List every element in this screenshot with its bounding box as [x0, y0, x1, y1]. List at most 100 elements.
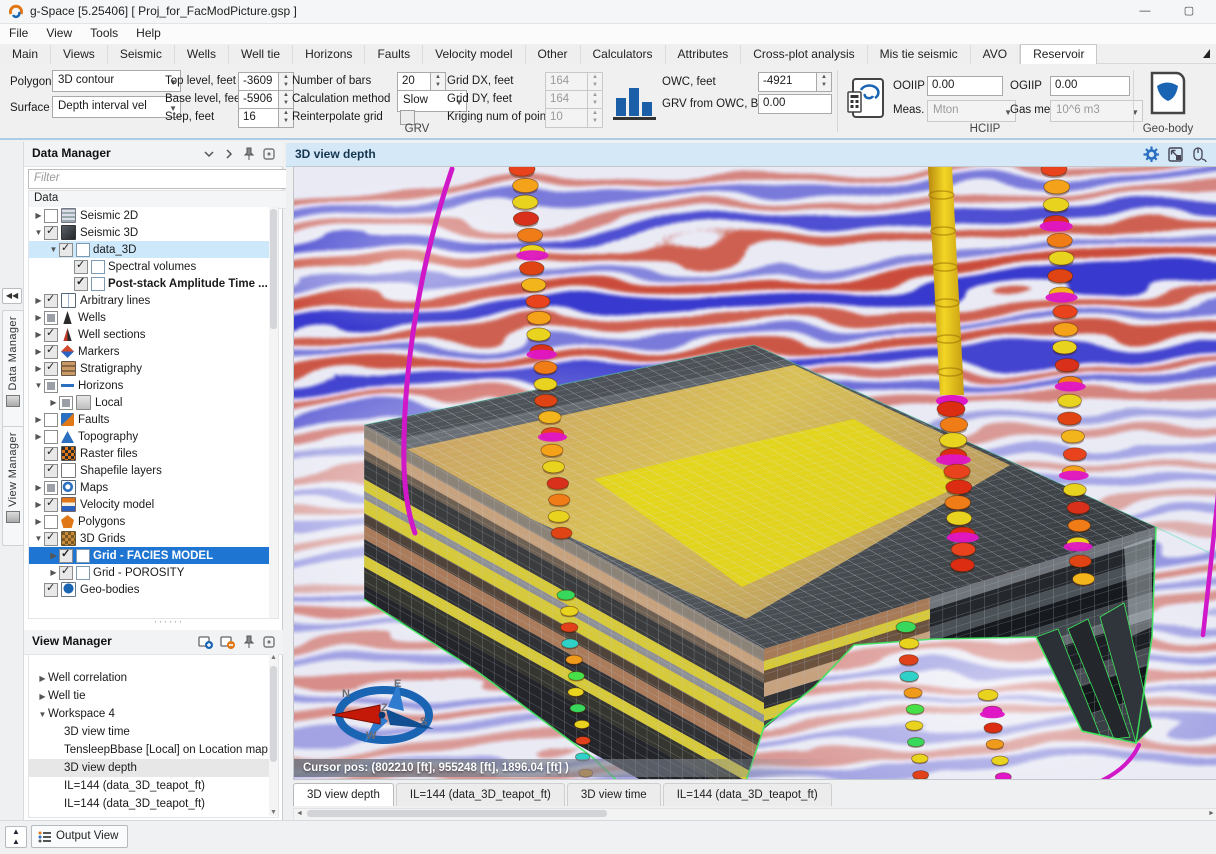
pin-icon[interactable] [241, 634, 257, 650]
tree-item-markers[interactable]: ▶Markers [29, 343, 278, 360]
grid-dy-spinner[interactable]: ▲▼ [587, 90, 603, 110]
visibility-checkbox[interactable] [44, 209, 58, 223]
expand-arrow-icon[interactable]: ▶ [48, 551, 59, 560]
tree-item-well-sections[interactable]: ▶Well sections [29, 326, 278, 343]
tree-item-geo-bodies[interactable]: Geo-bodies [29, 581, 278, 598]
visibility-checkbox[interactable] [59, 243, 73, 257]
view-item-workspace-4[interactable]: ▼Workspace 4 [29, 705, 278, 723]
tree-item-faults[interactable]: ▶Faults [29, 411, 278, 428]
visibility-checkbox[interactable] [44, 226, 58, 240]
tree-item-grid-facies-model[interactable]: ▶Grid - FACIES MODEL [29, 547, 278, 564]
tree-item-horizons[interactable]: ▼Horizons [29, 377, 278, 394]
number-of-bars-spinner[interactable]: ▲▼ [430, 72, 446, 92]
view-item-il-144-data-3d-teapot-ft-[interactable]: IL=144 (data_3D_teapot_ft) [29, 795, 278, 813]
settings-gear-icon[interactable] [1143, 146, 1160, 163]
ribbon-corner-arrow-icon[interactable] [1203, 49, 1210, 58]
ribbon-tab-well-tie[interactable]: Well tie [229, 45, 293, 64]
expand-arrow-icon[interactable]: ▶ [33, 364, 44, 373]
expand-output-button[interactable]: ▲▲ [5, 826, 27, 848]
filter-input[interactable]: Filter [28, 169, 289, 189]
expand-arrow-icon[interactable]: ▶ [33, 347, 44, 356]
minimize-button[interactable]: — [1130, 2, 1160, 21]
scroll-up-icon[interactable]: ▲ [269, 654, 278, 661]
meas-dropdown[interactable]: Mton▼ [927, 100, 1016, 122]
tree-item-spectral-volumes[interactable]: Spectral volumes [29, 258, 278, 275]
visibility-checkbox[interactable] [44, 294, 58, 308]
histogram-icon[interactable] [612, 80, 658, 122]
tree-item-local[interactable]: ▶Local [29, 394, 278, 411]
visibility-checkbox[interactable] [44, 430, 58, 444]
view-tab-3d-view-time[interactable]: 3D view time [567, 783, 661, 806]
remove-view-icon[interactable] [219, 634, 235, 650]
3d-scene[interactable]: N E Z S W [294, 167, 1216, 779]
ribbon-tab-calculators[interactable]: Calculators [581, 45, 666, 64]
mouse-icon[interactable] [1191, 146, 1208, 163]
tree-item-arbitrary-lines[interactable]: ▶Arbitrary lines [29, 292, 278, 309]
ribbon-tab-faults[interactable]: Faults [365, 45, 423, 64]
view-item-il-144-data-3d-teapot-ft-[interactable]: IL=144 (data_3D_teapot_ft) [29, 777, 278, 795]
ribbon-tab-reservoir[interactable]: Reservoir [1020, 44, 1097, 65]
tree-item-stratigraphy[interactable]: ▶Stratigraphy [29, 360, 278, 377]
view-item-well-correlation[interactable]: ▶Well correlation [29, 669, 278, 687]
expand-arrow-icon[interactable]: ▼ [48, 245, 59, 254]
color-box[interactable] [76, 566, 90, 580]
panel-splitter[interactable] [24, 620, 283, 630]
tree-item-grid-porosity[interactable]: ▶Grid - POROSITY [29, 564, 278, 581]
expand-arrow-icon[interactable]: ▶ [33, 313, 44, 322]
tree-item-seismic-3d[interactable]: ▼Seismic 3D [29, 224, 278, 241]
menu-file[interactable]: File [0, 24, 37, 42]
ribbon-tab-cross-plot-analysis[interactable]: Cross-plot analysis [741, 45, 867, 64]
visibility-checkbox[interactable] [44, 532, 58, 546]
visibility-checkbox[interactable] [44, 481, 58, 495]
view-item-3d-view-time[interactable]: 3D view time [29, 723, 278, 741]
visibility-checkbox[interactable] [44, 379, 58, 393]
tree-item-polygons[interactable]: ▶Polygons [29, 513, 278, 530]
view-item-well-tie[interactable]: ▶Well tie [29, 687, 278, 705]
expand-arrow-icon[interactable]: ▶ [33, 211, 44, 220]
view-tab-3d-view-depth[interactable]: 3D view depth [293, 783, 394, 806]
add-view-icon[interactable] [197, 634, 213, 650]
kriging-spinner[interactable]: ▲▼ [587, 108, 603, 128]
tree-item-maps[interactable]: ▶Maps [29, 479, 278, 496]
menu-view[interactable]: View [37, 24, 81, 42]
ooiip-input[interactable]: 0.00 [927, 76, 1003, 96]
grid-dx-spinner[interactable]: ▲▼ [587, 72, 603, 92]
tree-item-shapefile-layers[interactable]: Shapefile layers [29, 462, 278, 479]
tree-item-velocity-model[interactable]: ▶Velocity model [29, 496, 278, 513]
ribbon-tab-avo[interactable]: AVO [971, 45, 1020, 64]
menu-tools[interactable]: Tools [81, 24, 127, 42]
scroll-down-icon[interactable]: ▼ [269, 809, 278, 816]
scroll-left-icon[interactable]: ◄ [294, 809, 305, 818]
popout-icon[interactable] [261, 146, 277, 162]
visibility-checkbox[interactable] [44, 345, 58, 359]
expand-arrow-icon[interactable]: ▶ [33, 432, 44, 441]
pin-icon[interactable] [241, 146, 257, 162]
scroll-right-icon[interactable]: ► [1206, 809, 1216, 818]
visibility-checkbox[interactable] [59, 566, 73, 580]
tree-item-3d-grids[interactable]: ▼3D Grids [29, 530, 278, 547]
popout-icon[interactable] [261, 634, 277, 650]
expand-arrow-icon[interactable]: ▶ [33, 483, 44, 492]
visibility-checkbox[interactable] [44, 515, 58, 529]
grv-from-owc-input[interactable]: 0.00 [758, 94, 832, 114]
ribbon-tab-seismic[interactable]: Seismic [108, 45, 175, 64]
visibility-checkbox[interactable] [74, 277, 88, 291]
ribbon-tab-wells[interactable]: Wells [175, 45, 229, 64]
geo-body-icon[interactable] [1146, 70, 1188, 116]
color-box[interactable] [76, 549, 90, 563]
side-tab-data-manager[interactable]: Data Manager [2, 310, 24, 430]
tree-item-topography[interactable]: ▶Topography [29, 428, 278, 445]
expand-arrow-icon[interactable]: ▶ [33, 500, 44, 509]
expand-arrow-icon[interactable]: ▶ [33, 330, 44, 339]
ribbon-tab-views[interactable]: Views [51, 45, 108, 64]
expand-arrow-icon[interactable]: ▼ [33, 228, 44, 237]
visibility-checkbox[interactable] [44, 464, 58, 478]
ribbon-tab-horizons[interactable]: Horizons [293, 45, 365, 64]
visibility-checkbox[interactable] [44, 498, 58, 512]
expand-arrow-icon[interactable]: ▶ [33, 415, 44, 424]
tree-item-seismic-2d[interactable]: ▶Seismic 2D [29, 207, 278, 224]
view-item-3d-view-depth[interactable]: 3D view depth [29, 759, 278, 777]
gas-meas-dropdown[interactable]: 10^6 m3▼ [1050, 100, 1143, 122]
output-view-button[interactable]: Output View [31, 825, 128, 848]
expand-arrow-icon[interactable]: ▶ [48, 568, 59, 577]
